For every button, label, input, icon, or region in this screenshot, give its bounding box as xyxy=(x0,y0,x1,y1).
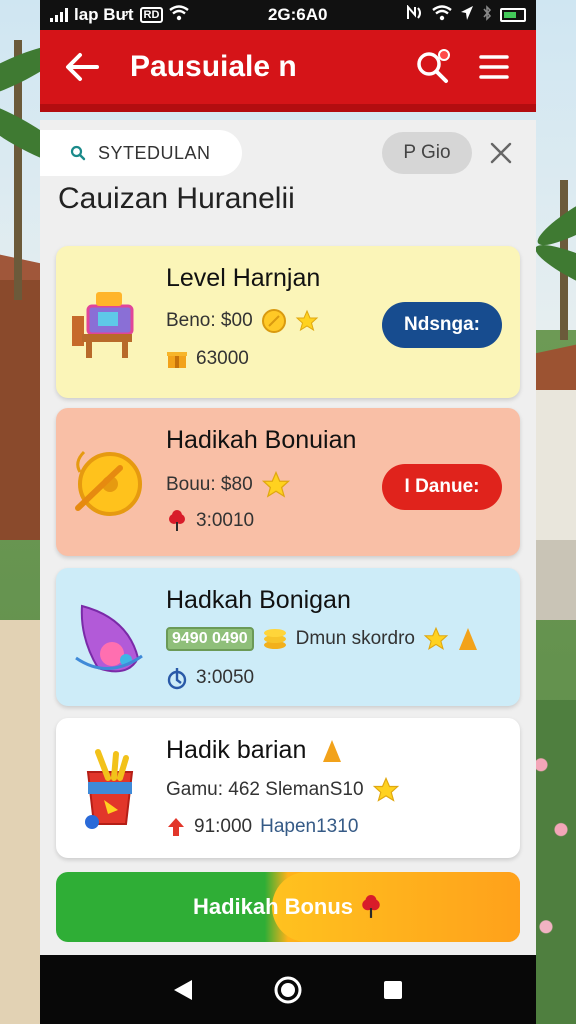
coin-key-icon xyxy=(68,438,152,522)
bluetooth-icon xyxy=(482,4,492,26)
clover-icon xyxy=(362,895,380,918)
star-icon xyxy=(295,309,318,332)
bonus-card[interactable]: Hadikah Bonuian Bouu: $80 3:0010 I Danue… xyxy=(56,408,520,556)
coins-icon xyxy=(263,629,286,649)
bonus-card[interactable]: Hadik barian Gamu: 462 SlemanS10 91:000 … xyxy=(56,718,520,858)
search-icon xyxy=(70,145,86,161)
cone-icon xyxy=(458,628,477,650)
nav-home-icon xyxy=(274,976,302,1003)
card-bonus-text: Beno: $00 xyxy=(166,310,253,331)
code-tag: 9490 0490 xyxy=(166,627,254,651)
menu-button[interactable] xyxy=(472,45,516,89)
carrier-text: lap Bưt xyxy=(74,5,134,24)
paint-bucket-icon xyxy=(68,748,152,832)
cash-register-icon xyxy=(68,276,152,360)
star-icon xyxy=(423,626,449,650)
card-bonus-line: Bouu: $80 xyxy=(166,470,291,500)
card-reward-text: 91:000 xyxy=(194,816,253,837)
star-icon xyxy=(372,776,399,802)
wifi-icon xyxy=(169,4,190,26)
card-reward-text: 3:0010 xyxy=(196,510,255,531)
back-arrow-icon xyxy=(66,53,99,81)
bonus-card[interactable]: Level Harnjan Beno: $00 63000 Ndsnga: xyxy=(56,246,520,398)
location-icon xyxy=(460,5,474,26)
signal-icon xyxy=(50,8,68,22)
card-action-button[interactable]: I Danue: xyxy=(382,464,502,510)
app-title: Pausuiale n xyxy=(130,50,297,83)
app-bar: Pausuiale n xyxy=(40,30,536,112)
party-hat-icon xyxy=(68,598,152,682)
timer-icon xyxy=(167,668,187,690)
system-nav-bar xyxy=(40,955,536,1024)
nav-back-button[interactable] xyxy=(163,970,203,1010)
status-right xyxy=(406,3,526,26)
section-title: Cauizan Huranelii xyxy=(58,182,295,215)
gift-box-icon xyxy=(167,352,187,368)
card-action-button[interactable]: Ndsnga: xyxy=(382,302,502,348)
bonus-card[interactable]: Hadkah Bonigan 9490 0490 Dmun skordro 3:… xyxy=(56,568,520,706)
nav-home-button[interactable] xyxy=(268,970,308,1010)
close-icon xyxy=(490,142,512,164)
search-chip[interactable]: SYTEDULAN xyxy=(40,130,242,176)
card-reward-line: 3:0010 xyxy=(166,510,254,532)
card-title: Hadikah Bonuian xyxy=(166,426,357,454)
card-bonus-line: Gamu: 462 SlemanS10 xyxy=(166,776,400,804)
search-chip-label: SYTEDULAN xyxy=(98,142,211,163)
card-reward-extra: Hapen1310 xyxy=(260,816,359,837)
card-bonus-text: Gamu: 462 SlemanS10 xyxy=(166,779,364,800)
cta-label-left: Hadikah xyxy=(192,894,279,919)
card-bonus-text: Dmun skordro xyxy=(295,628,415,649)
notification-dot xyxy=(438,49,450,61)
card-title: Hadkah Bonigan xyxy=(166,586,351,614)
card-bonus-line: 9490 0490 Dmun skordro xyxy=(166,626,479,652)
status-time: 2G:6A0 xyxy=(267,5,328,24)
hamburger-menu-icon xyxy=(479,55,509,79)
card-reward-line: 91:000 Hapen1310 xyxy=(166,816,358,838)
cta-label-right: Bonus xyxy=(284,894,354,919)
network-indicator: RD xyxy=(139,7,164,23)
clover-icon xyxy=(169,510,185,531)
card-reward-line: 3:0050 xyxy=(166,666,254,690)
coin-icon xyxy=(261,309,286,333)
card-reward-text: 3:0050 xyxy=(196,667,255,688)
card-title: Level Harnjan xyxy=(166,264,321,292)
nav-recents-button[interactable] xyxy=(373,970,413,1010)
nav-back-icon xyxy=(173,979,192,1000)
battery-icon xyxy=(500,8,526,22)
wifi-icon xyxy=(432,4,452,26)
back-button[interactable] xyxy=(60,45,104,89)
cone-icon xyxy=(323,740,342,763)
filter-pill[interactable]: P Gio xyxy=(382,132,472,174)
content-panel: SYTEDULAN P Gio Cauizan Huranelii Level … xyxy=(40,120,536,955)
status-left: lap Bưt RD xyxy=(50,4,190,26)
card-reward-line: 63000 xyxy=(166,348,249,370)
bonus-cta-button[interactable]: Hadikah Bonus xyxy=(56,872,520,942)
star-icon xyxy=(261,470,290,498)
card-bonus-line: Beno: $00 xyxy=(166,308,319,334)
card-reward-text: 63000 xyxy=(196,348,249,369)
card-title-text: Hadik barian xyxy=(166,736,307,764)
filter-row: SYTEDULAN P Gio xyxy=(40,130,536,176)
nav-recents-icon xyxy=(384,980,403,999)
nfc-icon xyxy=(406,3,424,26)
search-button[interactable] xyxy=(410,45,454,89)
close-button[interactable] xyxy=(484,136,518,170)
card-bonus-text: Bouu: $80 xyxy=(166,474,253,495)
card-title: Hadik barian xyxy=(166,736,343,765)
arrow-up-icon xyxy=(168,818,184,836)
status-bar: lap Bưt RD 2G:6A0 xyxy=(40,0,536,30)
